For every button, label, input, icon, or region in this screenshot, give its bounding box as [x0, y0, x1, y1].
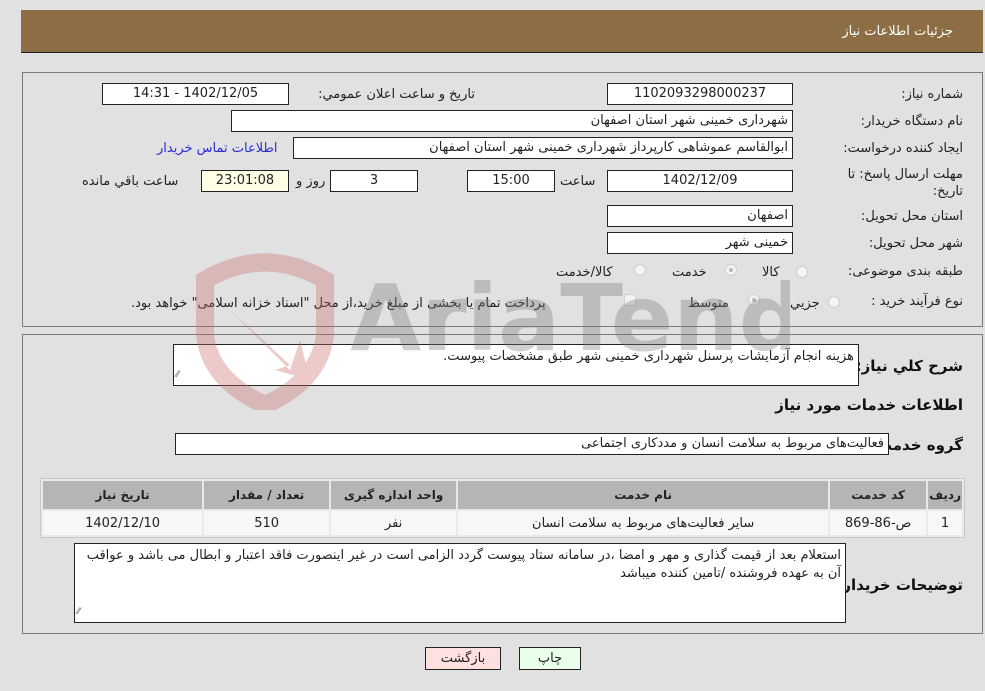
- cell-unit: نفر: [331, 511, 457, 535]
- treasury-note: پرداخت تمام یا بخشی از مبلغ خرید،از محل …: [131, 296, 546, 311]
- cell-name: سایر فعالیت‌های مربوط به سلامت انسان: [458, 511, 829, 535]
- col-row-header: ردیف: [928, 481, 962, 509]
- delivery-province-label: استان محل تحویل:: [861, 209, 963, 224]
- buyer-org-label: نام دستگاه خریدار:: [860, 114, 963, 129]
- category-label: طبقه بندی موضوعی:: [847, 264, 963, 279]
- col-name-header: نام خدمت: [458, 481, 829, 509]
- category-option-service: خدمت: [672, 265, 707, 280]
- page-header: جزئیات اطلاعات نیاز: [21, 10, 983, 53]
- col-date-header: تاریخ نیاز: [43, 481, 203, 509]
- cell-row: 1: [928, 511, 962, 535]
- table-header-row: ردیف کد خدمت نام خدمت واحد اندازه گیری ت…: [43, 481, 962, 509]
- resize-grip-icon[interactable]: ⁄⁄: [176, 366, 179, 384]
- announce-datetime-field: 1402/12/05 - 14:31: [102, 83, 289, 105]
- delivery-province-field: اصفهان: [607, 205, 793, 227]
- col-qty-header: تعداد / مقدار: [204, 481, 330, 509]
- buyer-contact-link[interactable]: اطلاعات تماس خریدار: [157, 141, 277, 156]
- print-button[interactable]: چاپ: [519, 647, 581, 670]
- buyer-notes-label: توضیحات خریدار:: [836, 576, 963, 594]
- purchase-radio-medium[interactable]: [748, 294, 760, 306]
- deadline-date-field: 1402/12/09: [607, 170, 793, 192]
- delivery-city-field: خمینی شهر: [607, 232, 793, 254]
- category-option-goods: کالا: [762, 265, 780, 280]
- requester-label: ایجاد کننده درخواست:: [843, 141, 963, 156]
- table-row: 1 ص-86-869 سایر فعالیت‌های مربوط به سلام…: [43, 511, 962, 535]
- buyer-notes-textarea[interactable]: استعلام بعد از قیمت گذاری و مهر و امضا ،…: [74, 543, 846, 623]
- services-heading: اطلاعات خدمات مورد نیاز: [775, 396, 963, 414]
- purchase-type-label: نوع فرآیند خرید :: [871, 294, 963, 309]
- purchase-option-minor: جزيي: [790, 296, 820, 311]
- resize-grip-icon[interactable]: ⁄⁄: [77, 603, 80, 621]
- category-option-goods-service: کالا/خدمت: [556, 265, 613, 280]
- remaining-time-field: 23:01:08: [201, 170, 289, 192]
- category-radio-service[interactable]: [725, 264, 737, 276]
- remaining-days-field: 3: [330, 170, 418, 192]
- buyer-org-field: شهرداری خمینی شهر استان اصفهان: [231, 110, 793, 132]
- requester-field: ابوالقاسم عموشاهی کارپرداز شهرداری خمینی…: [293, 137, 793, 159]
- purchase-option-medium: متوسط: [688, 296, 729, 311]
- cell-qty: 510: [204, 511, 330, 535]
- cell-date: 1402/12/10: [43, 511, 203, 535]
- purchase-radio-minor[interactable]: [828, 296, 840, 308]
- deadline-label: مهلت ارسال پاسخ: تا تاریخ:: [847, 167, 963, 199]
- service-group-field: فعالیت‌های مربوط به سلامت انسان و مددکار…: [175, 433, 889, 455]
- remaining-time-label: ساعت باقي مانده: [82, 174, 179, 189]
- col-unit-header: واحد اندازه گیری: [331, 481, 457, 509]
- buyer-notes-text: استعلام بعد از قیمت گذاری و مهر و امضا ،…: [86, 548, 841, 581]
- need-number-field: 1102093298000237: [607, 83, 793, 105]
- need-number-label: شماره نیاز:: [901, 87, 963, 102]
- col-code-header: کد خدمت: [830, 481, 927, 509]
- days-label: روز و: [296, 174, 326, 189]
- deadline-time-label: ساعت: [560, 174, 596, 189]
- deadline-time-field: 15:00: [467, 170, 555, 192]
- description-label: شرح کلي نیاز:: [855, 357, 963, 375]
- description-textarea[interactable]: هزینه انجام آزمایشات پرسنل شهرداری خمینی…: [173, 344, 859, 386]
- page-title: جزئیات اطلاعات نیاز: [842, 24, 953, 39]
- announce-datetime-label: تاریخ و ساعت اعلان عمومي:: [318, 87, 475, 102]
- cell-code: ص-86-869: [830, 511, 927, 535]
- services-table: ردیف کد خدمت نام خدمت واحد اندازه گیری ت…: [40, 478, 965, 538]
- description-text: هزینه انجام آزمایشات پرسنل شهرداری خمینی…: [443, 349, 854, 364]
- delivery-city-label: شهر محل تحویل:: [868, 236, 963, 251]
- back-button[interactable]: بازگشت: [425, 647, 501, 670]
- category-radio-goods[interactable]: [796, 266, 808, 278]
- category-radio-goods-service[interactable]: [634, 264, 646, 276]
- treasury-checkbox[interactable]: [624, 294, 636, 306]
